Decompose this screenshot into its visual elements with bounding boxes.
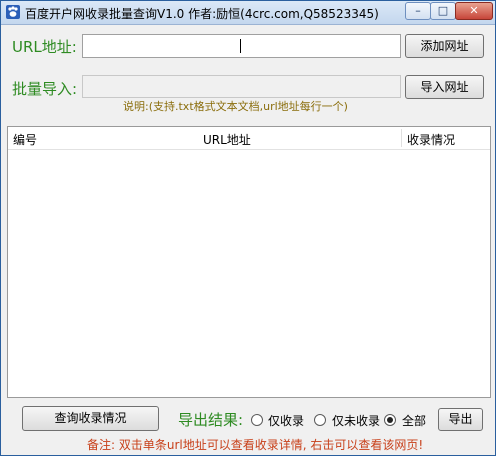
- column-header-number[interactable]: 编号: [13, 131, 37, 148]
- radio-not-indexed-only-label[interactable]: 仅未收录: [332, 412, 380, 429]
- list-header: 编号 URL地址 收录情况: [8, 127, 490, 150]
- export-label: 导出结果:: [178, 411, 244, 429]
- radio-indexed-only-label[interactable]: 仅收录: [268, 412, 304, 429]
- add-url-button[interactable]: 添加网址: [405, 34, 484, 58]
- radio-all-label[interactable]: 全部: [402, 412, 426, 429]
- query-index-button[interactable]: 查询收录情况: [22, 406, 159, 431]
- radio-not-indexed-only[interactable]: [314, 414, 326, 426]
- column-divider[interactable]: [401, 129, 402, 147]
- import-hint: 说明:(支持.txt格式文本文档,url地址每行一个): [123, 100, 348, 113]
- url-label: URL地址:: [12, 38, 77, 56]
- close-button[interactable]: ✕: [455, 2, 493, 20]
- app-paw-icon: [6, 5, 20, 19]
- footer-note: 备注: 双击单条url地址可以查看收录详情, 右击可以查看该网页!: [87, 438, 424, 452]
- radio-all[interactable]: [384, 414, 396, 426]
- text-caret: [240, 39, 241, 53]
- export-button[interactable]: 导出: [438, 408, 483, 431]
- import-url-button[interactable]: 导入网址: [405, 75, 484, 99]
- maximize-button[interactable]: □: [430, 2, 456, 20]
- radio-indexed-only[interactable]: [251, 414, 263, 426]
- import-label: 批量导入:: [12, 80, 78, 98]
- url-input[interactable]: [82, 34, 401, 58]
- minimize-button[interactable]: –: [405, 2, 431, 20]
- import-path-input[interactable]: [82, 75, 401, 98]
- title-bar: 百度开户网收录批量查询V1.0 作者:励恒(4crc.com,Q58523345…: [1, 1, 495, 25]
- column-header-url[interactable]: URL地址: [203, 131, 251, 148]
- app-window: 百度开户网收录批量查询V1.0 作者:励恒(4crc.com,Q58523345…: [0, 0, 496, 456]
- column-header-status[interactable]: 收录情况: [407, 131, 455, 148]
- result-list[interactable]: 编号 URL地址 收录情况: [7, 126, 491, 398]
- window-title: 百度开户网收录批量查询V1.0 作者:励恒(4crc.com,Q58523345…: [25, 7, 379, 21]
